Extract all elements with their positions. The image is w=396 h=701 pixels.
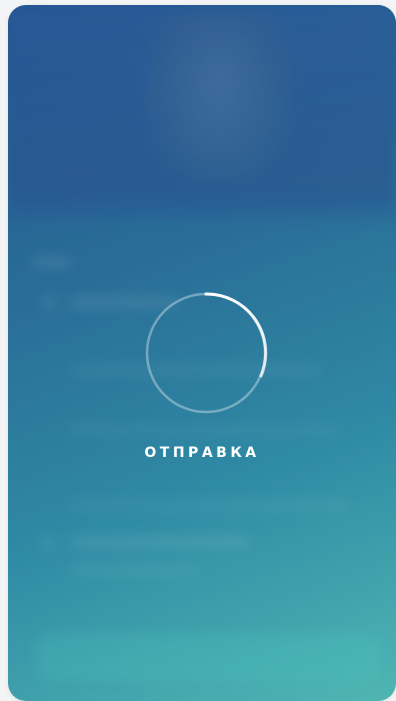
app-screen: ОТПРАВКА bbox=[8, 5, 396, 701]
sending-overlay: ОТПРАВКА bbox=[8, 5, 396, 701]
sending-status-label: ОТПРАВКА bbox=[144, 445, 260, 461]
progress-ring-icon bbox=[145, 292, 268, 414]
